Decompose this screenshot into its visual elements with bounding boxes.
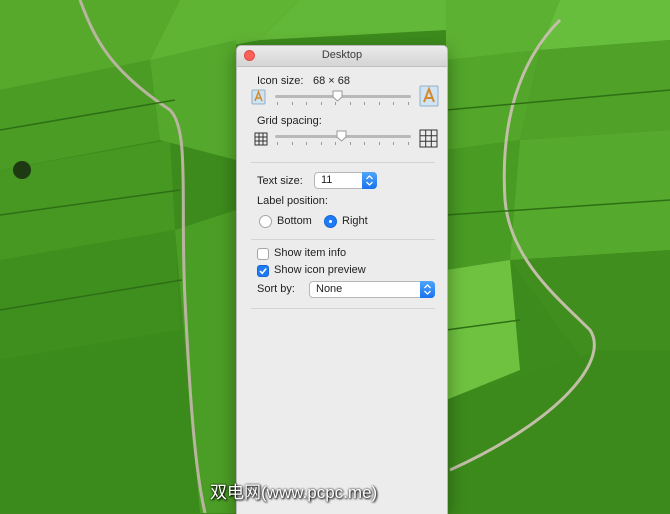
label-position-right-radio[interactable] — [324, 215, 337, 228]
window-title: Desktop — [321, 49, 363, 61]
large-icon-size-icon — [419, 85, 439, 107]
icon-size-label: Icon size: — [257, 75, 304, 87]
large-grid-icon — [419, 129, 438, 148]
sort-by-chevron-icon[interactable] — [420, 281, 435, 298]
show-icon-preview-label: Show icon preview — [274, 264, 366, 276]
sort-by-label: Sort by: — [257, 283, 295, 295]
icon-size-slider-thumb[interactable] — [332, 90, 343, 102]
show-item-info-checkbox[interactable] — [257, 248, 269, 260]
text-size-value: 11 — [321, 174, 333, 186]
label-position-bottom-radio[interactable] — [259, 215, 272, 228]
grid-spacing-slider[interactable] — [275, 130, 411, 146]
sort-by-value: None — [316, 283, 343, 295]
small-icon-size-icon — [251, 89, 266, 105]
label-position-bottom-label: Bottom — [277, 215, 312, 227]
text-size-select[interactable]: 11 — [314, 172, 377, 189]
text-size-stepper-icon[interactable] — [362, 172, 377, 189]
grid-spacing-label: Grid spacing: — [257, 115, 322, 127]
small-grid-icon — [254, 132, 268, 146]
icon-size-slider[interactable] — [275, 90, 411, 106]
show-item-info-label: Show item info — [274, 247, 347, 259]
grid-spacing-slider-thumb[interactable] — [336, 130, 347, 142]
icon-size-value: 68 × 68 — [313, 75, 351, 87]
separator — [251, 162, 435, 163]
text-size-label: Text size: — [257, 175, 303, 187]
separator — [251, 308, 435, 309]
sort-by-select[interactable]: None — [309, 281, 435, 298]
view-options-panel: Desktop Icon size: 68 × 68 Grid spacing:… — [236, 45, 448, 514]
checkmark-icon — [259, 267, 267, 275]
label-position-label: Label position: — [257, 195, 328, 207]
label-position-right-label: Right — [342, 215, 368, 227]
watermark-text: 双电网(www.pcpc.me) — [210, 483, 378, 502]
separator — [251, 239, 435, 240]
title-bar[interactable]: Desktop — [237, 46, 447, 67]
show-icon-preview-checkbox[interactable] — [257, 265, 269, 277]
